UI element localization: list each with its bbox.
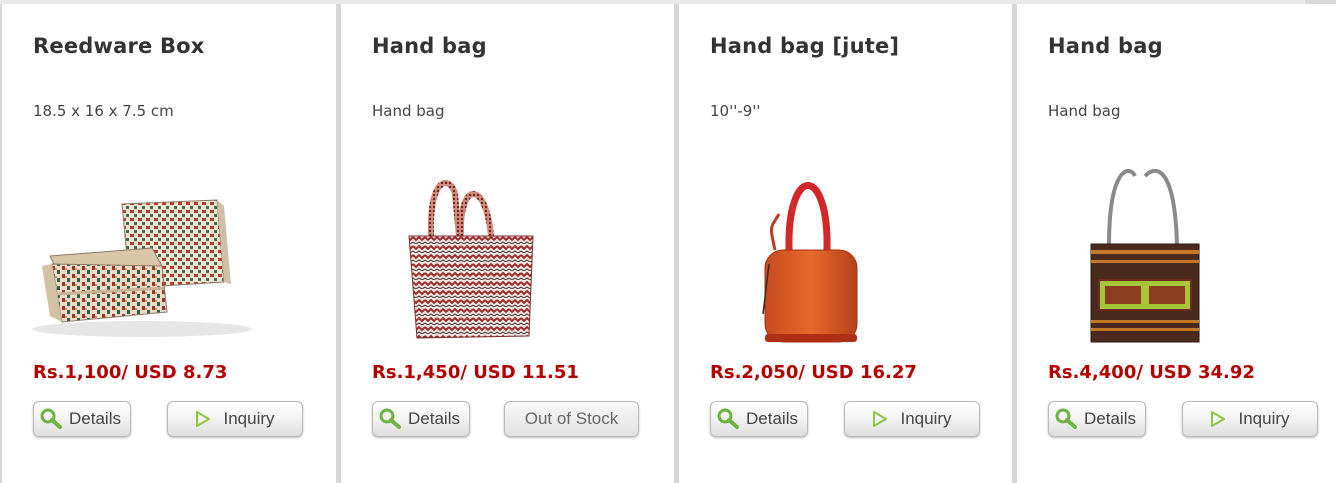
product-image-elephant-handbag[interactable] (1017, 154, 1336, 354)
magnifier-icon (39, 408, 65, 430)
product-price: Rs.1,450/ USD 11.51 (372, 362, 579, 383)
inquiry-label: Inquiry (1238, 409, 1290, 428)
play-triangle-icon (1210, 410, 1226, 428)
out-of-stock-label: Out of Stock (524, 409, 619, 428)
play-triangle-icon (195, 410, 211, 428)
product-description: 10''-9'' (710, 102, 761, 120)
magnifier-icon (716, 408, 742, 430)
product-image-reedware-box[interactable] (2, 154, 336, 354)
details-button[interactable]: Details (33, 401, 131, 437)
product-description: 18.5 x 16 x 7.5 cm (33, 102, 174, 120)
product-title[interactable]: Reedware Box (33, 34, 205, 58)
details-button[interactable]: Details (1048, 401, 1146, 437)
product-image-woven-handbag[interactable] (341, 154, 674, 354)
inquiry-button[interactable]: Inquiry (1182, 401, 1318, 437)
product-image-jute-handbag[interactable] (679, 154, 1012, 354)
inquiry-button[interactable]: Inquiry (167, 401, 303, 437)
details-button[interactable]: Details (372, 401, 470, 437)
details-button[interactable]: Details (710, 401, 808, 437)
details-label: Details (69, 409, 121, 428)
product-card: Hand bag Hand bag Rs.1,450/ USD 11.51 De… (341, 4, 674, 483)
product-description: Hand bag (372, 102, 445, 120)
play-triangle-icon (872, 410, 888, 428)
out-of-stock-button[interactable]: Out of Stock (504, 401, 639, 437)
product-description: Hand bag (1048, 102, 1121, 120)
product-title[interactable]: Hand bag [jute] (710, 34, 899, 58)
product-price: Rs.1,100/ USD 8.73 (33, 362, 228, 383)
inquiry-label: Inquiry (223, 409, 275, 428)
details-label: Details (408, 409, 460, 428)
magnifier-icon (1054, 408, 1080, 430)
product-grid: Reedware Box 18.5 x 16 x 7.5 cm Rs.1,100… (0, 0, 1336, 483)
details-label: Details (746, 409, 798, 428)
product-card: Reedware Box 18.5 x 16 x 7.5 cm Rs.1,100… (2, 4, 336, 483)
product-price: Rs.2,050/ USD 16.27 (710, 362, 917, 383)
product-title[interactable]: Hand bag (1048, 34, 1163, 58)
inquiry-button[interactable]: Inquiry (844, 401, 980, 437)
product-card: Hand bag [jute] 10''-9'' Rs.2,050/ USD 1… (679, 4, 1012, 483)
product-price: Rs.4,400/ USD 34.92 (1048, 362, 1255, 383)
product-card: Hand bag Hand bag Rs.4,400/ USD 34.92 De… (1017, 4, 1336, 483)
magnifier-icon (378, 408, 404, 430)
details-label: Details (1084, 409, 1136, 428)
product-title[interactable]: Hand bag (372, 34, 487, 58)
inquiry-label: Inquiry (900, 409, 952, 428)
